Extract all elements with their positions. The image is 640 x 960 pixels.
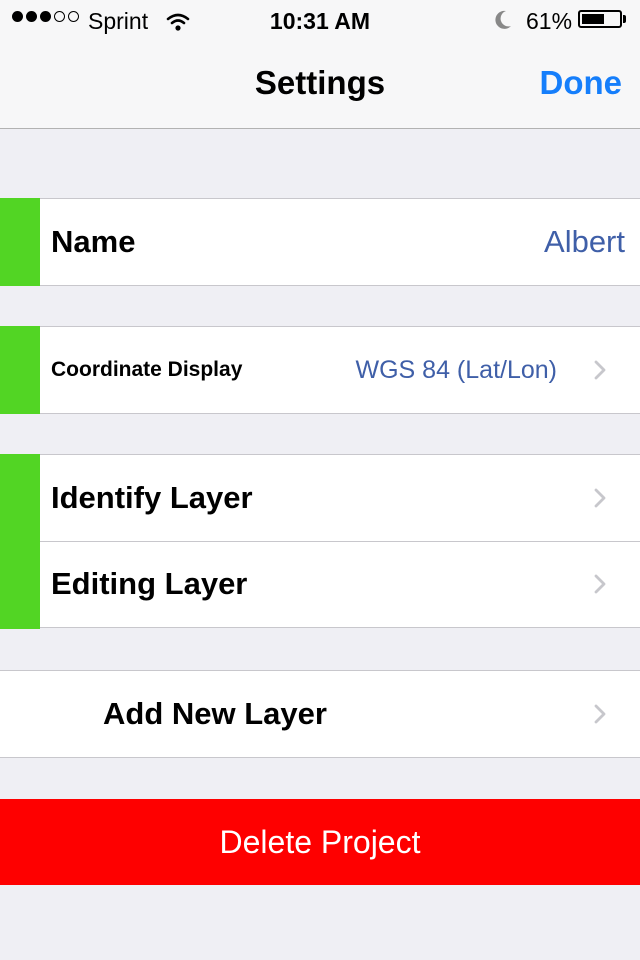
coordinate-display-row[interactable]: Coordinate Display WGS 84 (Lat/Lon) <box>0 326 640 414</box>
done-button[interactable]: Done <box>540 64 623 102</box>
coordinate-display-value: WGS 84 (Lat/Lon) <box>355 356 557 384</box>
name-row[interactable]: Name Albert <box>0 198 640 286</box>
battery-cap <box>623 15 626 23</box>
status-indicator <box>0 326 40 414</box>
identify-layer-row[interactable]: Identify Layer <box>0 455 640 541</box>
moon-icon <box>492 8 514 38</box>
layers-group: Identify Layer Editing Layer <box>0 454 640 629</box>
status-bar: Sprint 10:31 AM 61% <box>0 0 640 40</box>
chevron-right-icon <box>594 704 606 724</box>
name-group: Name Albert <box>0 198 640 286</box>
chevron-right-icon <box>594 488 606 508</box>
name-label: Name <box>51 224 136 259</box>
editing-layer-row[interactable]: Editing Layer <box>0 541 640 627</box>
name-value[interactable]: Albert <box>544 199 625 285</box>
status-indicator <box>0 198 40 286</box>
add-new-layer-label: Add New Layer <box>103 696 327 731</box>
navigation-bar: Sprint 10:31 AM 61% Settings Done <box>0 0 640 129</box>
add-new-layer-row[interactable]: Add New Layer <box>0 671 640 757</box>
coordinate-display-label: Coordinate Display <box>51 358 243 381</box>
battery-fill <box>582 14 604 24</box>
add-layer-group: Add New Layer <box>0 670 640 758</box>
delete-project-button[interactable]: Delete Project <box>0 799 640 885</box>
identify-layer-label: Identify Layer <box>51 480 253 515</box>
battery-icon <box>578 10 622 28</box>
coordinate-group: Coordinate Display WGS 84 (Lat/Lon) <box>0 326 640 414</box>
battery-percent: 61% <box>526 8 573 34</box>
chevron-right-icon <box>594 360 606 380</box>
editing-layer-label: Editing Layer <box>51 566 248 601</box>
chevron-right-icon <box>594 574 606 594</box>
